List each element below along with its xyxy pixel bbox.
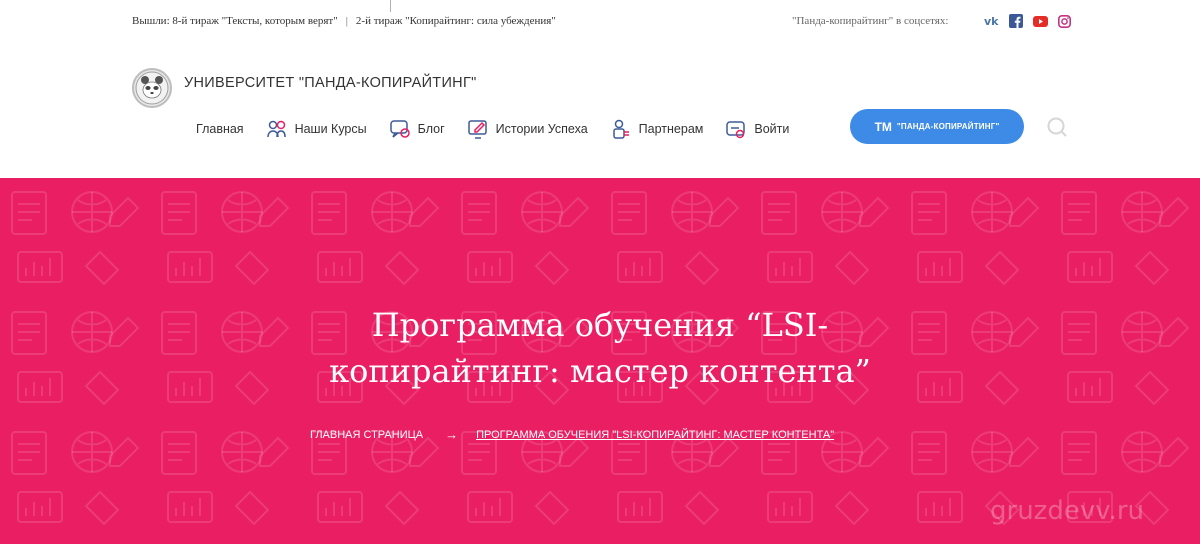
nav-home[interactable]: Главная <box>196 122 244 136</box>
news-separator: | <box>345 15 348 27</box>
nav-partners-label: Партнерам <box>638 122 704 136</box>
search-icon[interactable] <box>1046 116 1068 138</box>
nav-courses[interactable]: Наши Курсы <box>266 118 367 140</box>
watermark: gruzdevv.ru <box>990 496 1145 526</box>
cta-tm-label: TM <box>874 119 892 134</box>
news-ticker: Вышли: 8-й тираж "Тексты, которым верят"… <box>132 15 556 27</box>
instagram-icon[interactable] <box>1056 13 1072 29</box>
chat-icon <box>389 118 411 140</box>
svg-text:vk: vk <box>984 15 999 27</box>
page-title-line-2: копирайтинг: мастер контента” <box>329 352 871 390</box>
youtube-icon[interactable] <box>1032 13 1048 29</box>
partner-icon <box>610 118 632 140</box>
site-header: УНИВЕРСИТЕТ "ПАНДА-КОПИРАЙТИНГ" Главная … <box>0 42 1200 178</box>
facebook-icon[interactable] <box>1008 13 1024 29</box>
hero-banner: Программа обучения “LSI- копирайтинг: ма… <box>0 178 1200 544</box>
nav-courses-label: Наши Курсы <box>294 122 367 136</box>
breadcrumb-current[interactable]: ПРОГРАММА ОБУЧЕНИЯ "LSI-КОПИРАЙТИНГ: МАС… <box>476 429 834 441</box>
page-title: Программа обучения “LSI- копирайтинг: ма… <box>0 302 1200 394</box>
nav-stories-label: Истории Успеха <box>495 122 588 136</box>
nav-partners[interactable]: Партнерам <box>610 118 704 140</box>
brand-name[interactable]: УНИВЕРСИТЕТ "ПАНДА-КОПИРАЙТИНГ" <box>184 75 477 91</box>
news-link-2[interactable]: 2-й тираж "Копирайтинг: сила убеждения" <box>356 15 556 27</box>
social-links: vk <box>984 13 1072 29</box>
monitor-edit-icon <box>467 118 489 140</box>
nav-login-label: Войти <box>754 122 790 136</box>
vk-icon[interactable]: vk <box>984 13 1000 29</box>
nav-blog[interactable]: Блог <box>389 118 445 140</box>
social-label: "Панда-копирайтинг" в соцсетях: <box>792 15 949 27</box>
nav-blog-label: Блог <box>417 122 445 136</box>
page-title-line-1: Программа обучения “LSI- <box>371 306 829 344</box>
login-icon <box>725 118 747 140</box>
nav-stories[interactable]: Истории Успеха <box>467 118 588 140</box>
top-bar: Вышли: 8-й тираж "Тексты, которым верят"… <box>0 0 1200 42</box>
panda-cta-button[interactable]: TM "ПАНДА-КОПИРАЙТИНГ" <box>850 109 1024 144</box>
main-nav: Главная Наши Курсы Блог Истории Успеха П… <box>196 114 811 144</box>
cta-label: "ПАНДА-КОПИРАЙТИНГ" <box>896 122 1000 131</box>
breadcrumb-home[interactable]: ГЛАВНАЯ СТРАНИЦА <box>310 429 423 441</box>
arrow-right-icon: → <box>445 427 459 442</box>
panda-logo-icon[interactable] <box>132 68 172 108</box>
top-divider <box>390 0 391 12</box>
nav-login[interactable]: Войти <box>725 118 789 140</box>
nav-home-label: Главная <box>196 122 244 136</box>
news-link-1[interactable]: Вышли: 8-й тираж "Тексты, которым верят" <box>132 15 338 27</box>
breadcrumb: ГЛАВНАЯ СТРАНИЦА → ПРОГРАММА ОБУЧЕНИЯ "L… <box>310 427 834 442</box>
users-icon <box>266 118 288 140</box>
